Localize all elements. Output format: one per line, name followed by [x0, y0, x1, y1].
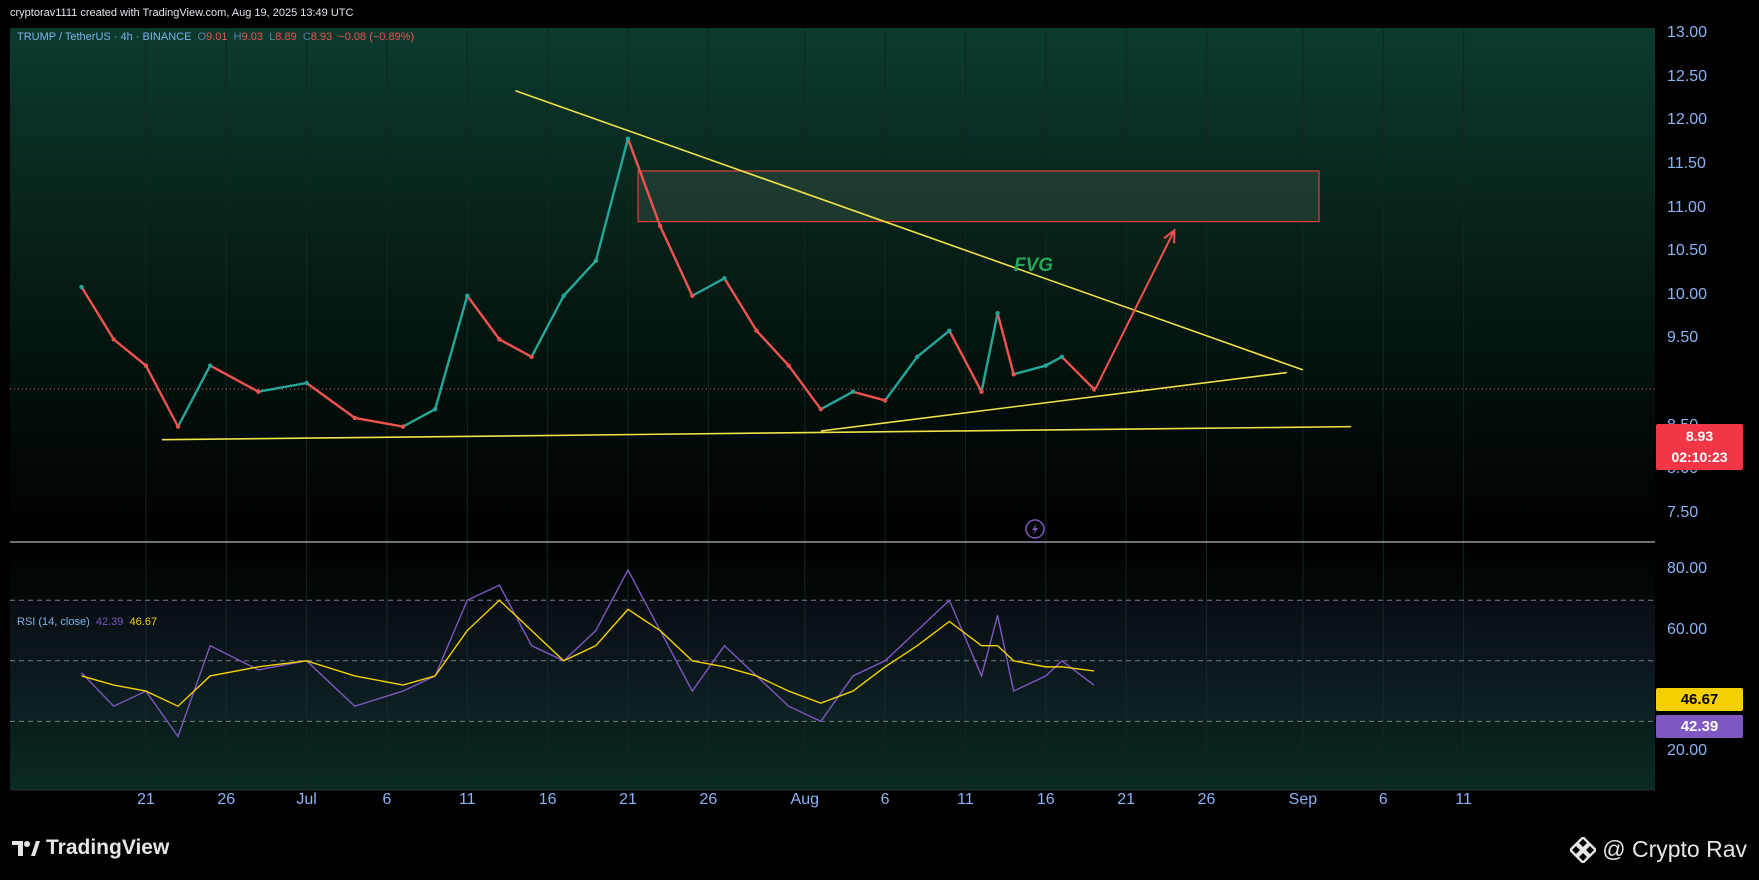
- time-tick-label: 11: [1455, 791, 1472, 808]
- symbol-legend[interactable]: TRUMP / TetherUS · 4h · BINANCE O9.01 H9…: [17, 31, 414, 43]
- price-point: [915, 354, 920, 360]
- open-value: 9.01: [206, 31, 228, 43]
- price-point: [400, 424, 406, 429]
- price-tick-label: 13.00: [1667, 24, 1708, 41]
- close-value: 8.93: [310, 31, 333, 43]
- price-point: [850, 389, 856, 394]
- high-value: 9.03: [241, 31, 264, 43]
- footer: [0, 820, 1759, 880]
- time-tick-label: 26: [699, 791, 718, 808]
- price-tick-label: 7.50: [1667, 503, 1699, 521]
- low-value: 8.89: [275, 31, 297, 43]
- price-point: [256, 389, 261, 394]
- rsi-tick-label: 80.00: [1667, 560, 1708, 577]
- author-brand: @ Crypto Rav: [1570, 836, 1747, 863]
- price-point: [625, 136, 631, 141]
- tradingview-logo[interactable]: TradingView: [12, 836, 169, 860]
- price-tick-label: 9.50: [1667, 329, 1699, 347]
- rsi-tick-label: 60.00: [1667, 620, 1708, 638]
- price-point: [947, 328, 952, 333]
- top-bar: cryptorav1111 created with TradingView.c…: [0, 0, 1759, 28]
- price-point: [722, 276, 727, 281]
- price-point: [995, 311, 1000, 316]
- price-point: [657, 223, 663, 229]
- price-point: [529, 354, 534, 360]
- time-tick-label: 11: [957, 791, 974, 808]
- fvg-label: FVG: [1014, 255, 1054, 276]
- credit-text: cryptorav1111 created with TradingView.c…: [10, 7, 354, 19]
- time-tick-label: 6: [382, 791, 392, 808]
- time-tick-label: 6: [1378, 791, 1388, 808]
- price-chart[interactable]: [10, 28, 1655, 818]
- chart-panel[interactable]: [10, 28, 1655, 818]
- rsi-legend[interactable]: RSI (14, close) 42.39 46.67: [17, 616, 157, 628]
- price-point: [143, 363, 149, 368]
- binance-icon: [1570, 836, 1597, 863]
- price-point: [818, 406, 824, 412]
- time-tick-label: Aug: [790, 791, 819, 808]
- price-point: [561, 293, 566, 298]
- tradingview-icon: [12, 841, 40, 856]
- time-tick-label: 21: [136, 791, 155, 808]
- time-tick-label: Sep: [1288, 791, 1318, 808]
- price-point: [1059, 354, 1065, 360]
- fvg-zone: [637, 170, 1320, 223]
- price-tick-label: 12.00: [1667, 111, 1708, 129]
- time-tick-label: 21: [619, 791, 637, 808]
- price-point: [465, 293, 470, 298]
- tradingview-logo-text: TradingView: [46, 836, 170, 859]
- time-tick-label: 21: [1117, 791, 1136, 808]
- rsi-value-tag: 42.39: [1656, 715, 1743, 738]
- time-tick-label: Jul: [296, 791, 317, 808]
- price-tick-label: 10.50: [1667, 242, 1708, 260]
- price-point: [754, 328, 759, 333]
- high-label: H: [233, 31, 242, 43]
- price-point: [207, 363, 213, 368]
- rsi-ma-tag: 46.67: [1656, 688, 1743, 711]
- price-point: [175, 424, 181, 429]
- price-tick-label: 10.00: [1667, 285, 1708, 303]
- bar-countdown: 02:10:23: [1671, 449, 1728, 465]
- time-tick-label: 26: [217, 791, 236, 808]
- price-point: [593, 258, 599, 264]
- author-name: @ Crypto Rav: [1602, 836, 1747, 862]
- change-value: −0.08 (−0.89%): [338, 31, 415, 43]
- open-label: O: [197, 31, 207, 43]
- time-tick-label: 16: [1036, 791, 1055, 808]
- rsi-name[interactable]: RSI (14, close): [17, 616, 90, 628]
- price-tick-label: 11.00: [1667, 198, 1706, 216]
- last-price-tag: 8.93 02:10:23: [1656, 424, 1743, 470]
- time-tick-label: 6: [880, 791, 890, 808]
- symbol-name[interactable]: TRUMP / TetherUS · 4h · BINANCE: [17, 31, 191, 43]
- price-pane-background: [10, 28, 1655, 541]
- last-price: 8.93: [1685, 428, 1714, 444]
- price-tick-label: 12.50: [1667, 67, 1708, 85]
- price-point: [79, 284, 84, 290]
- price-point: [1043, 363, 1049, 368]
- price-point: [432, 406, 438, 412]
- rsi-tick-label: 20.00: [1667, 741, 1708, 759]
- price-point: [786, 363, 791, 368]
- time-tick-label: 11: [458, 791, 476, 808]
- rsi-legend-value: 42.39: [95, 616, 124, 628]
- time-tick-label: 26: [1197, 791, 1216, 808]
- rsi-ma-legend-value: 46.67: [129, 616, 158, 628]
- price-point: [111, 337, 116, 342]
- price-point: [882, 398, 888, 403]
- price-point: [1011, 372, 1016, 377]
- price-point: [304, 380, 309, 386]
- close-label: C: [302, 31, 311, 43]
- price-point: [352, 415, 357, 421]
- price-point: [979, 389, 984, 394]
- price-point: [690, 293, 695, 298]
- price-point: [497, 337, 502, 342]
- time-tick-label: 16: [538, 791, 557, 808]
- price-tick-label: 11.50: [1667, 154, 1706, 172]
